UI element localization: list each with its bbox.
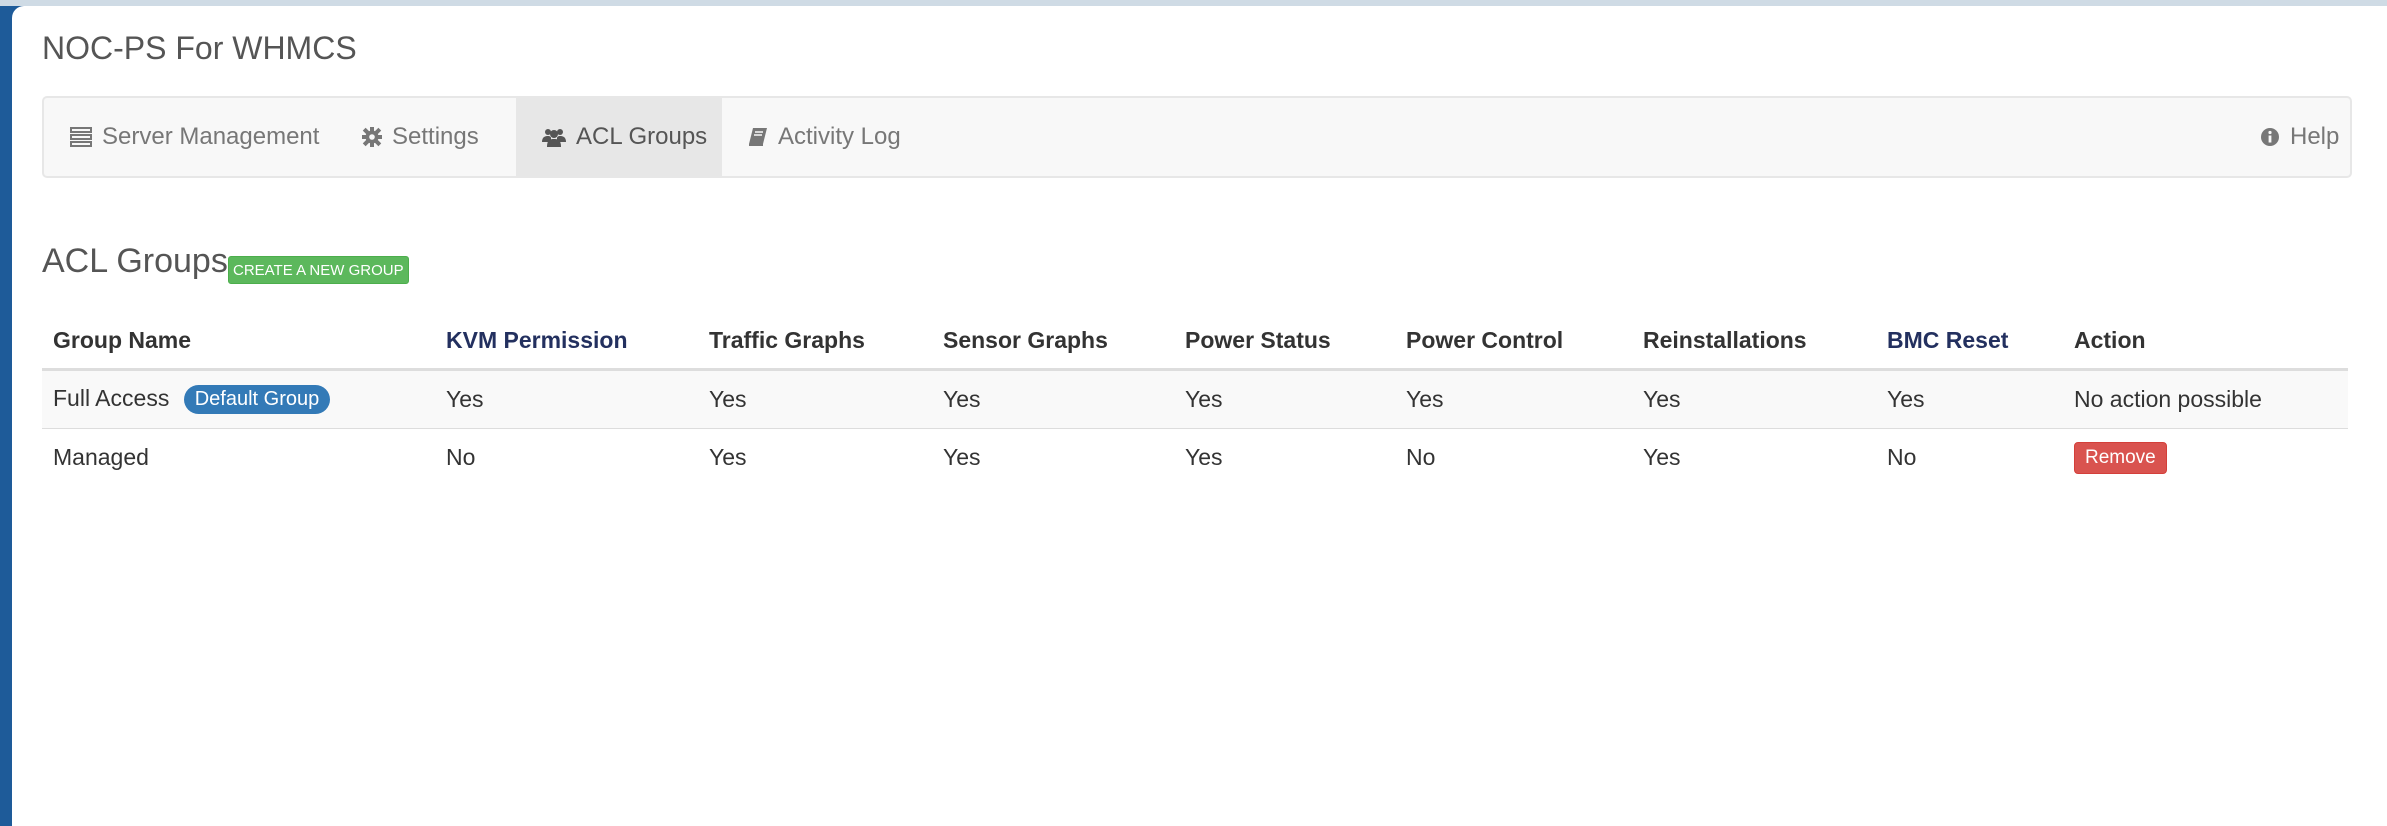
header-group-name: Group Name xyxy=(42,312,435,371)
group-name: Managed xyxy=(53,444,149,470)
content-panel: NOC-PS For WHMCS Server Management Setti… xyxy=(12,6,2387,826)
module-navbar: Server Management Settings ACL Groups Ac… xyxy=(42,96,2352,178)
tab-acl-groups[interactable]: ACL Groups xyxy=(516,98,722,176)
bmc-reset-cell: Yes xyxy=(1876,369,2063,429)
default-group-badge: Default Group xyxy=(183,385,331,415)
header-traffic-graphs: Traffic Graphs xyxy=(698,312,932,371)
tab-acl-groups-label: ACL Groups xyxy=(576,123,708,150)
table-header-row: Group Name KVM Permission Traffic Graphs… xyxy=(42,312,2348,371)
header-reinstallations: Reinstallations xyxy=(1632,312,1876,371)
power-status-cell: Yes xyxy=(1174,369,1395,429)
server-list-icon xyxy=(70,127,92,147)
reinstallations-cell: Yes xyxy=(1632,369,1876,429)
header-bmc-reset[interactable]: BMC Reset xyxy=(1876,312,2063,371)
remove-group-button[interactable]: Remove xyxy=(2074,441,2167,474)
table-row: Managed No Yes Yes Yes No Yes No Remove xyxy=(42,428,2348,486)
acl-groups-table: Group Name KVM Permission Traffic Graphs… xyxy=(42,312,2348,486)
table-row: Full Access Default Group Yes Yes Yes Ye… xyxy=(42,369,2348,429)
help-link-label: Help xyxy=(2290,123,2340,150)
users-icon xyxy=(542,129,566,147)
action-cell: Remove xyxy=(2063,428,2348,486)
traffic-graphs-cell: Yes xyxy=(698,369,932,429)
book-icon xyxy=(749,128,767,146)
sensor-graphs-cell: Yes xyxy=(932,369,1174,429)
kvm-permission-cell: No xyxy=(435,428,698,486)
header-power-control: Power Control xyxy=(1395,312,1632,371)
section-title: ACL Groups xyxy=(42,242,228,280)
tab-activity-log[interactable]: Activity Log xyxy=(722,98,922,176)
header-kvm-permission[interactable]: KVM Permission xyxy=(435,312,698,371)
tab-settings-label: Settings xyxy=(392,123,479,150)
header-sensor-graphs: Sensor Graphs xyxy=(932,312,1174,371)
tab-settings[interactable]: Settings xyxy=(340,98,516,176)
traffic-graphs-cell: Yes xyxy=(698,428,932,486)
create-new-group-button[interactable]: CREATE A NEW GROUP xyxy=(228,256,409,284)
help-link[interactable]: Help xyxy=(2244,98,2348,176)
kvm-permission-cell: Yes xyxy=(435,369,698,429)
header-action: Action xyxy=(2063,312,2348,371)
power-control-cell: Yes xyxy=(1395,369,1632,429)
bmc-reset-cell: No xyxy=(1876,428,2063,486)
group-name-cell: Managed xyxy=(42,428,435,486)
power-status-cell: Yes xyxy=(1174,428,1395,486)
group-name: Full Access xyxy=(53,384,170,411)
group-name-cell: Full Access Default Group xyxy=(42,369,435,429)
sensor-graphs-cell: Yes xyxy=(932,428,1174,486)
gear-icon xyxy=(362,127,382,147)
reinstallations-cell: Yes xyxy=(1632,428,1876,486)
action-cell: No action possible xyxy=(2063,369,2348,429)
power-control-cell: No xyxy=(1395,428,1632,486)
page-title: NOC-PS For WHMCS xyxy=(42,30,357,66)
tab-activity-log-label: Activity Log xyxy=(778,123,901,150)
tab-server-management-label: Server Management xyxy=(102,123,320,150)
info-circle-icon xyxy=(2261,128,2279,146)
tab-server-management[interactable]: Server Management xyxy=(44,98,340,176)
header-power-status: Power Status xyxy=(1174,312,1395,371)
